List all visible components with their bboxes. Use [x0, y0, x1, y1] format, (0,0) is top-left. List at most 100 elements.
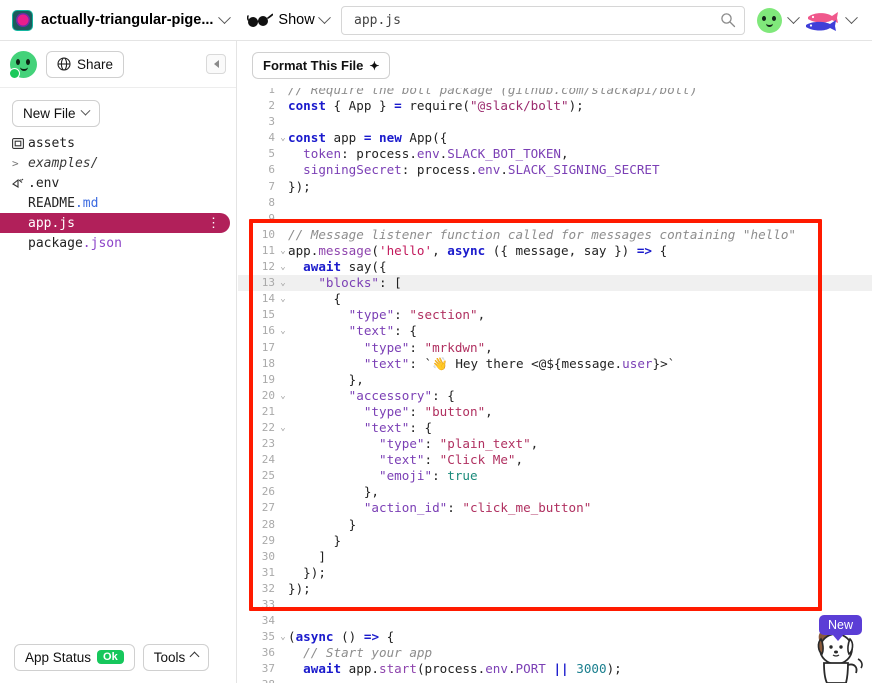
fold-chevron-down-icon[interactable]: ⌄ — [278, 259, 288, 275]
line-number: 9 — [238, 211, 278, 227]
file-tree-item-examples-[interactable]: >examples/ — [0, 153, 236, 173]
key-icon — [12, 178, 28, 189]
file-options-kebab-icon[interactable]: ⋮ — [207, 216, 224, 231]
line-number: 23 — [238, 436, 278, 452]
tools-label: Tools — [154, 650, 186, 665]
code-line[interactable]: 22⌄ "text": { — [238, 420, 872, 436]
file-tree-item-package-json[interactable]: package.json — [0, 233, 236, 253]
code-line[interactable]: 4⌄const app = new App({ — [238, 130, 872, 146]
fold-chevron-down-icon[interactable]: ⌄ — [278, 291, 288, 307]
code-line[interactable]: 27 "action_id": "click_me_button" — [238, 500, 872, 516]
code-line[interactable]: 7}); — [238, 179, 872, 195]
owner-avatar-icon — [10, 51, 37, 78]
code-line[interactable]: 24 "text": "Click Me", — [238, 452, 872, 468]
code-line[interactable]: 31 }); — [238, 565, 872, 581]
code-line[interactable]: 23 "type": "plain_text", — [238, 436, 872, 452]
code-line[interactable]: 25 "emoji": true — [238, 468, 872, 484]
code-line[interactable]: 28 } — [238, 517, 872, 533]
fold-chevron-down-icon[interactable]: ⌄ — [278, 629, 288, 645]
file-tree: assets>examples/.envREADME.mdapp.js⋮pack… — [0, 133, 236, 253]
user-menu-chevron-down-icon[interactable] — [782, 8, 804, 34]
code-line[interactable]: 8 — [238, 195, 872, 211]
code-line-text: token: process.env.SLACK_BOT_TOKEN, — [288, 146, 872, 162]
code-line-text: }); — [288, 179, 872, 195]
file-extension: .md — [75, 196, 98, 211]
code-line[interactable]: 16⌄ "text": { — [238, 323, 872, 339]
tools-button[interactable]: Tools — [143, 644, 210, 671]
code-line[interactable]: 6 signingSecret: process.env.SLACK_SIGNI… — [238, 162, 872, 178]
code-line-text: signingSecret: process.env.SLACK_SIGNING… — [288, 162, 872, 178]
file-extension: .json — [83, 236, 122, 251]
share-button[interactable]: Share — [46, 51, 124, 78]
collapse-sidebar-icon[interactable] — [206, 54, 226, 74]
fold-chevron-down-icon[interactable]: ⌄ — [278, 130, 288, 146]
code-line[interactable]: 21 "type": "button", — [238, 404, 872, 420]
format-this-file-label: Format This File — [263, 58, 363, 73]
file-tree-item--env[interactable]: .env — [0, 173, 236, 193]
code-line[interactable]: 13⌄ "blocks": [ — [238, 275, 872, 291]
user-avatar-icon[interactable] — [757, 8, 782, 33]
code-line-text: app.message('hello', async ({ message, s… — [288, 243, 872, 259]
code-line[interactable]: 15 "type": "section", — [238, 307, 872, 323]
code-line[interactable]: 26 }, — [238, 484, 872, 500]
app-status-button[interactable]: App Status Ok — [14, 644, 135, 671]
code-line-text: }); — [288, 581, 872, 597]
code-line[interactable]: 1// Require the bolt package (github.com… — [238, 88, 872, 98]
fold-chevron-down-icon[interactable]: ⌄ — [278, 275, 288, 291]
code-line[interactable]: 14⌄ { — [238, 291, 872, 307]
line-number: 17 — [238, 340, 278, 356]
search-icon[interactable] — [720, 12, 736, 28]
line-number: 20 — [238, 388, 278, 404]
code-line[interactable]: 12⌄ await say({ — [238, 259, 872, 275]
code-line-text: "text": { — [288, 323, 872, 339]
code-line[interactable]: 19 }, — [238, 372, 872, 388]
code-line-text: "type": "mrkdwn", — [288, 340, 872, 356]
code-line[interactable]: 32}); — [238, 581, 872, 597]
code-line[interactable]: 20⌄ "accessory": { — [238, 388, 872, 404]
code-line[interactable]: 33 — [238, 597, 872, 613]
format-this-file-button[interactable]: Format This File ✦ — [252, 52, 390, 79]
file-name: .env — [28, 176, 59, 191]
code-line[interactable]: 10// Message listener function called fo… — [238, 227, 872, 243]
code-line[interactable]: 29 } — [238, 533, 872, 549]
code-line-text: "emoji": true — [288, 468, 872, 484]
file-tree-item-assets[interactable]: assets — [0, 133, 236, 153]
fold-chevron-down-icon[interactable]: ⌄ — [278, 420, 288, 436]
code-line-text: "blocks": [ — [288, 275, 872, 291]
line-number: 22 — [238, 420, 278, 436]
fold-chevron-down-icon[interactable]: ⌄ — [278, 323, 288, 339]
file-name: README — [28, 196, 75, 211]
fold-chevron-down-icon[interactable]: ⌄ — [278, 388, 288, 404]
search-input[interactable] — [341, 6, 745, 35]
fish-avatar-icon[interactable] — [804, 8, 840, 34]
file-tree-item-readme-md[interactable]: README.md — [0, 193, 236, 213]
line-number: 8 — [238, 195, 278, 211]
new-file-button[interactable]: New File — [12, 100, 100, 127]
code-line-text: "type": "section", — [288, 307, 872, 323]
fold-chevron-down-icon[interactable]: ⌄ — [278, 243, 288, 259]
file-name: app — [28, 216, 51, 231]
code-line[interactable]: 36 // Start your app — [238, 645, 872, 661]
line-number: 18 — [238, 356, 278, 372]
line-number: 7 — [238, 179, 278, 195]
code-line[interactable]: 9 — [238, 211, 872, 227]
fish-menu-chevron-down-icon[interactable] — [840, 8, 862, 34]
project-menu-chevron-down-icon[interactable] — [213, 7, 235, 33]
code-line[interactable]: 37 await app.start(process.env.PORT || 3… — [238, 661, 872, 677]
code-line[interactable]: 11⌄app.message('hello', async ({ message… — [238, 243, 872, 259]
code-line[interactable]: 30 ] — [238, 549, 872, 565]
code-editor[interactable]: 1// Require the bolt package (github.com… — [238, 88, 872, 683]
code-line[interactable]: 38 — [238, 677, 872, 683]
code-line[interactable]: 18 "text": `👋 Hey there <@${message.user… — [238, 356, 872, 372]
show-button[interactable]: Show — [247, 12, 328, 28]
code-line[interactable]: 2const { App } = require("@slack/bolt"); — [238, 98, 872, 114]
code-line[interactable]: 5 token: process.env.SLACK_BOT_TOKEN, — [238, 146, 872, 162]
code-line[interactable]: 3 — [238, 114, 872, 130]
code-line[interactable]: 34 — [238, 613, 872, 629]
file-tree-item-app-js[interactable]: app.js⋮ — [0, 213, 230, 233]
code-line-text: }, — [288, 484, 872, 500]
project-name[interactable]: actually-triangular-pige... — [41, 12, 213, 28]
new-feature-bubble[interactable]: New — [819, 615, 862, 635]
code-line[interactable]: 35⌄(async () => { — [238, 629, 872, 645]
code-line[interactable]: 17 "type": "mrkdwn", — [238, 340, 872, 356]
